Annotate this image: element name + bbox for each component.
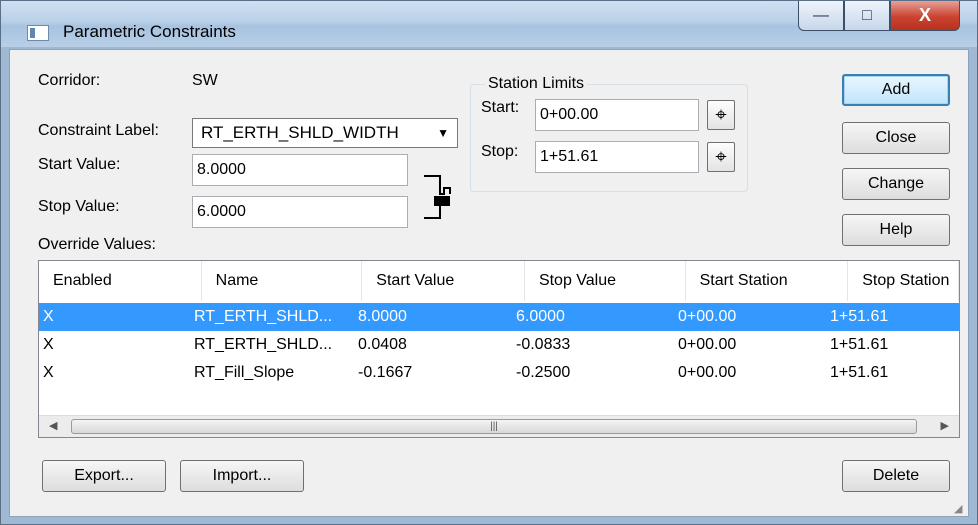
start-value-input[interactable]: 8.0000 — [192, 154, 408, 186]
list-header: Enabled Name Start Value Stop Value Star… — [39, 261, 959, 301]
add-button[interactable]: Add — [842, 74, 950, 106]
grip-icon: ||| — [490, 421, 498, 432]
stop-value-input[interactable]: 6.0000 — [192, 196, 408, 228]
table-row[interactable]: X RT_Fill_Slope -0.1667 -0.2500 0+00.00 … — [39, 359, 959, 387]
crosshair-icon: ⌖ — [715, 103, 727, 126]
delete-button[interactable]: Delete — [842, 460, 950, 492]
cell-enabled: X — [43, 308, 54, 325]
station-limits-title: Station Limits — [485, 75, 588, 93]
cell-name: RT_ERTH_SHLD... — [194, 308, 333, 325]
window-title: Parametric Constraints — [63, 22, 236, 41]
constraint-label-label: Constraint Label: — [38, 122, 159, 139]
cell-start-value: 8.0000 — [358, 308, 407, 325]
cell-enabled: X — [43, 364, 54, 381]
cell-name: RT_ERTH_SHLD... — [194, 336, 333, 353]
scroll-right-icon[interactable]: ▶ — [941, 419, 949, 432]
table-row[interactable]: X RT_ERTH_SHLD... 8.0000 6.0000 0+00.00 … — [39, 303, 959, 331]
minimize-button[interactable]: — — [798, 1, 844, 31]
maximize-icon: □ — [862, 6, 872, 24]
close-window-button[interactable]: X — [890, 1, 960, 31]
resize-grip-icon[interactable]: ◢ — [954, 502, 966, 515]
export-button[interactable]: Export... — [42, 460, 166, 492]
pick-start-station-button[interactable]: ⌖ — [707, 100, 735, 130]
cell-stop-value: -0.2500 — [516, 364, 571, 381]
dialog-client-area: Corridor: SW Constraint Label: RT_ERTH_S… — [9, 49, 969, 517]
pick-stop-station-button[interactable]: ⌖ — [707, 142, 735, 172]
cell-start-station: 0+00.00 — [678, 308, 737, 325]
cell-stop-station: 1+51.61 — [830, 308, 889, 325]
change-button[interactable]: Change — [842, 168, 950, 200]
station-stop-label: Stop: — [481, 143, 519, 160]
cell-stop-station: 1+51.61 — [830, 336, 889, 353]
corridor-value: SW — [192, 72, 218, 89]
cell-start-value: 0.0408 — [358, 336, 407, 353]
table-row[interactable]: X RT_ERTH_SHLD... 0.0408 -0.0833 0+00.00… — [39, 331, 959, 359]
window-app-icon — [27, 25, 49, 41]
station-stop-input[interactable]: 1+51.61 — [535, 141, 699, 173]
caption-buttons: — □ X — [798, 1, 960, 35]
corridor-label: Corridor: — [38, 72, 101, 89]
override-values-label: Override Values: — [38, 236, 156, 253]
cell-start-value: -0.1667 — [358, 364, 413, 381]
horizontal-scrollbar[interactable]: ◀ ||| ▶ — [39, 415, 959, 437]
override-values-list[interactable]: Enabled Name Start Value Stop Value Star… — [38, 260, 960, 438]
station-start-label: Start: — [481, 99, 520, 116]
close-button[interactable]: Close — [842, 122, 950, 154]
column-header-start-value[interactable]: Start Value — [362, 261, 525, 301]
cell-enabled: X — [43, 336, 54, 353]
help-button[interactable]: Help — [842, 214, 950, 246]
column-header-start-station[interactable]: Start Station — [685, 261, 849, 301]
cell-start-station: 0+00.00 — [678, 336, 737, 353]
constraint-label-selected: RT_ERTH_SHLD_WIDTH — [201, 123, 399, 142]
constraint-label-dropdown[interactable]: RT_ERTH_SHLD_WIDTH ▼ — [192, 118, 458, 148]
station-limits-group: Station Limits Start: 0+00.00 ⌖ Stop: 1+… — [470, 75, 748, 192]
column-header-enabled[interactable]: Enabled — [39, 261, 202, 301]
import-button[interactable]: Import... — [180, 460, 304, 492]
cell-stop-value: 6.0000 — [516, 308, 565, 325]
link-values-lock-icon[interactable] — [420, 170, 460, 228]
column-header-stop-station[interactable]: Stop Station — [848, 261, 959, 301]
column-header-stop-value[interactable]: Stop Value — [524, 261, 686, 301]
title-bar[interactable]: Parametric Constraints — □ X — [1, 1, 977, 47]
dropdown-arrow-icon: ▼ — [437, 126, 449, 140]
parametric-constraints-window: Parametric Constraints — □ X Corridor: S… — [0, 0, 978, 525]
scrollbar-thumb[interactable]: ||| — [71, 419, 917, 434]
cell-stop-station: 1+51.61 — [830, 364, 889, 381]
stop-value-label: Stop Value: — [38, 198, 120, 215]
column-header-name[interactable]: Name — [201, 261, 363, 301]
minimize-icon: — — [813, 6, 829, 24]
crosshair-icon: ⌖ — [715, 145, 727, 168]
cell-start-station: 0+00.00 — [678, 364, 737, 381]
maximize-button[interactable]: □ — [844, 1, 890, 31]
scroll-left-icon[interactable]: ◀ — [49, 419, 57, 432]
cell-name: RT_Fill_Slope — [194, 364, 295, 381]
start-value-label: Start Value: — [38, 156, 121, 173]
close-icon: X — [918, 5, 931, 25]
cell-stop-value: -0.0833 — [516, 336, 571, 353]
station-start-input[interactable]: 0+00.00 — [535, 99, 699, 131]
